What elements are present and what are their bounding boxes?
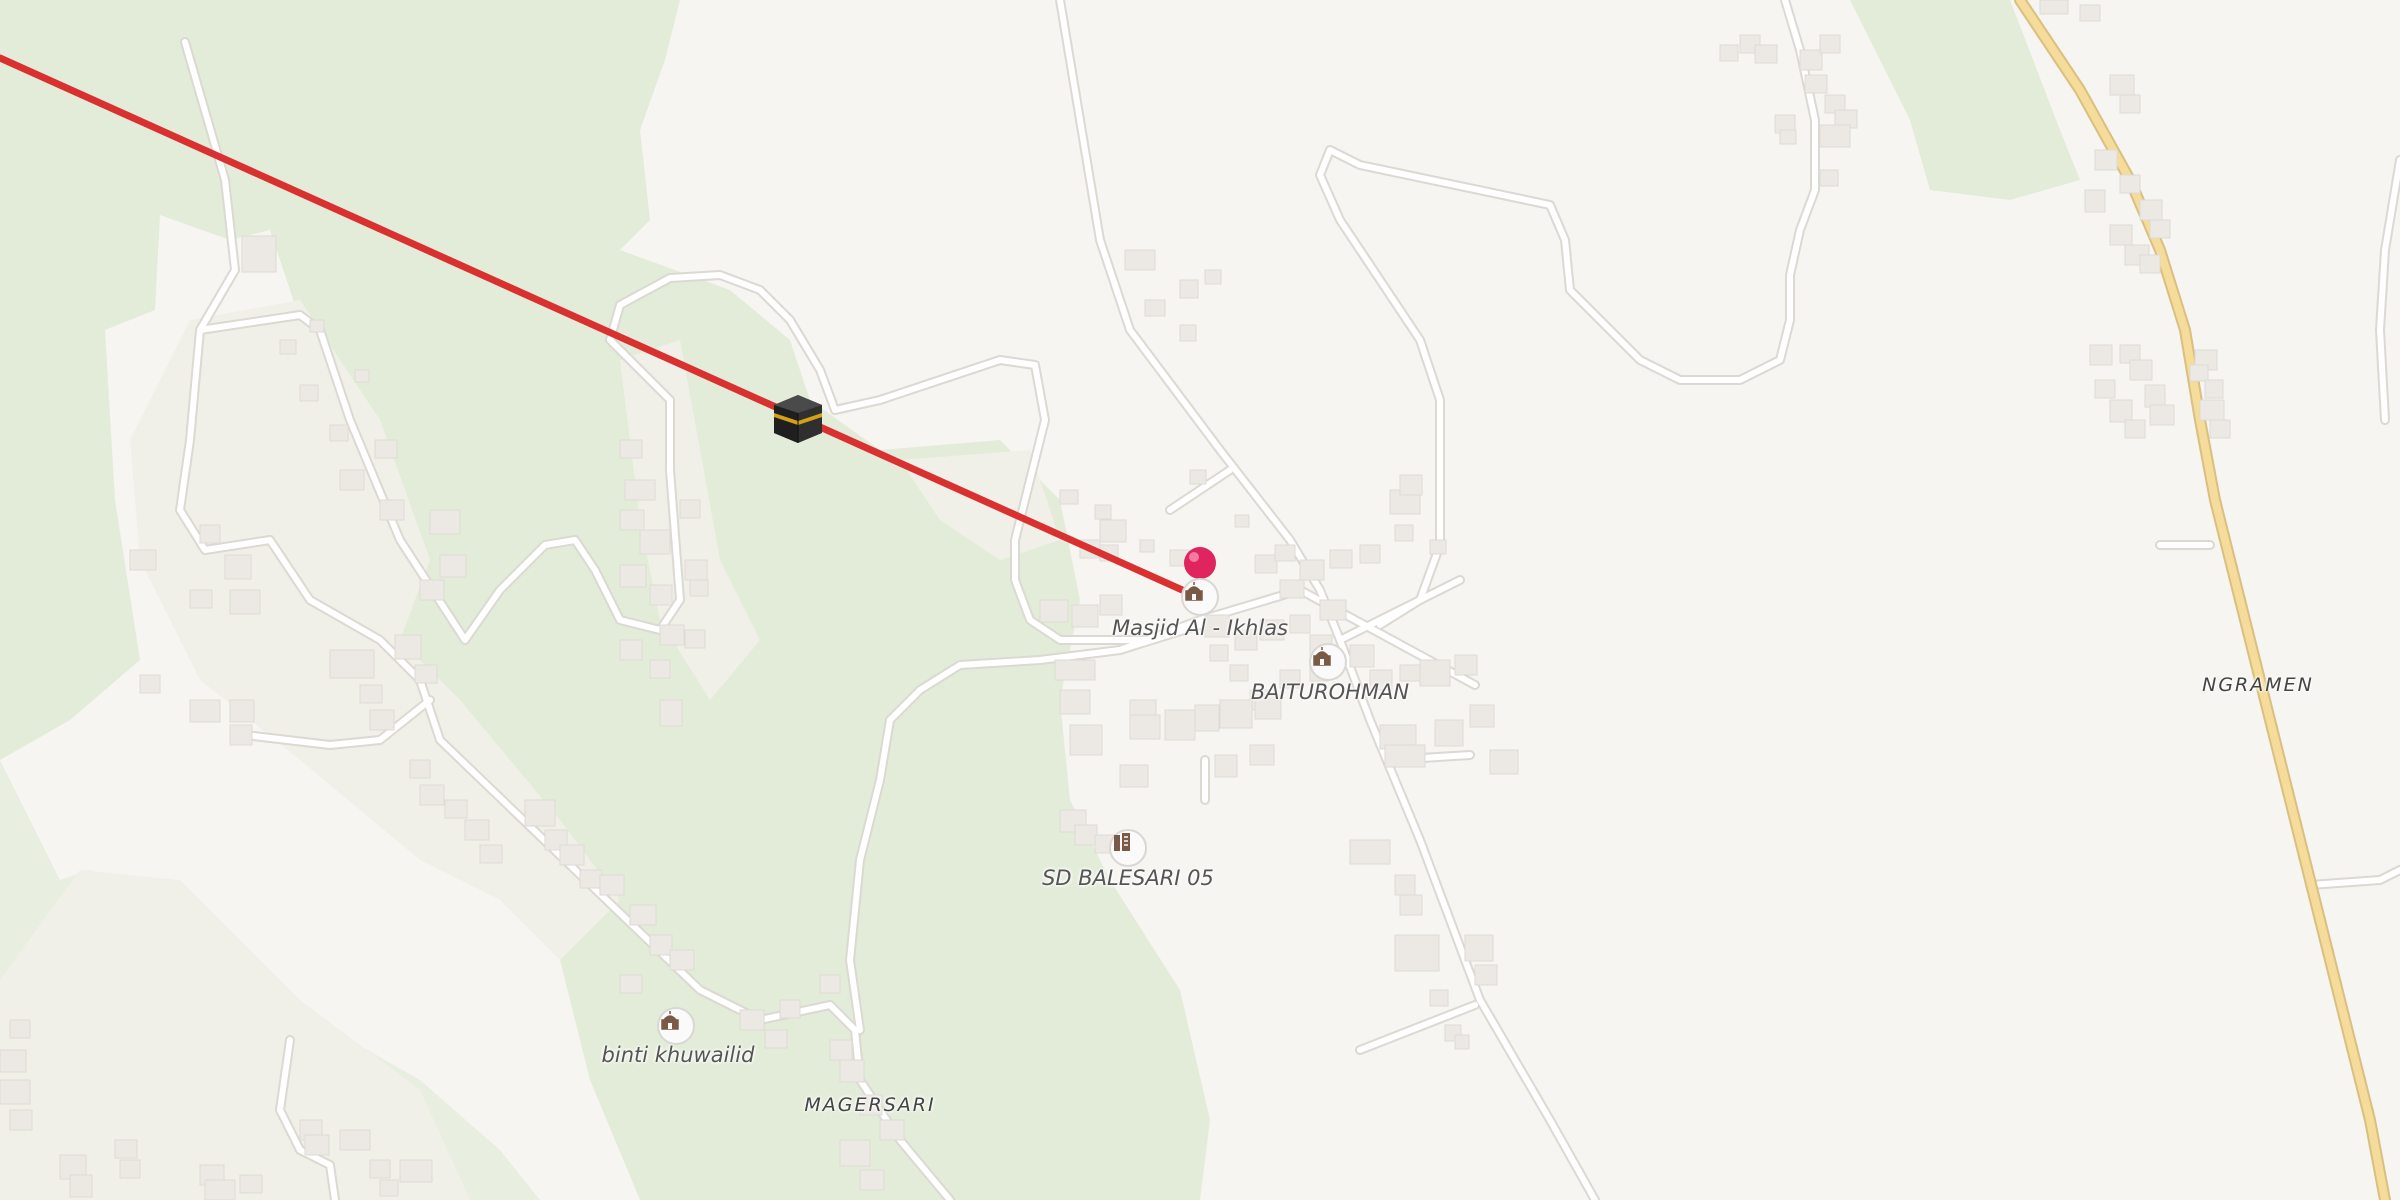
mosque-icon[interactable] <box>1181 578 1219 616</box>
place-label-baiturohman[interactable]: BAITUROHMAN <box>1251 680 1409 704</box>
place-label-masjid-al-ikhlas[interactable]: Masjid Al - Ikhlas <box>1112 616 1288 640</box>
mosque-icon[interactable] <box>657 1007 695 1045</box>
area-label-magersari: MAGERSARI <box>804 1094 936 1116</box>
place-label-sd-balesari-05[interactable]: SD BALESARI 05 <box>1042 866 1214 890</box>
school-icon[interactable] <box>1109 829 1147 867</box>
map-canvas[interactable]: Masjid Al - Ikhlas BAITUROHMAN SD BALESA… <box>0 0 2400 1200</box>
kaaba-icon[interactable] <box>770 393 826 445</box>
mosque-icon[interactable] <box>1309 643 1347 681</box>
place-label-binti-khuwailid[interactable]: binti khuwailid <box>602 1043 755 1067</box>
area-label-ngramen: NGRAMEN <box>2202 674 2314 696</box>
